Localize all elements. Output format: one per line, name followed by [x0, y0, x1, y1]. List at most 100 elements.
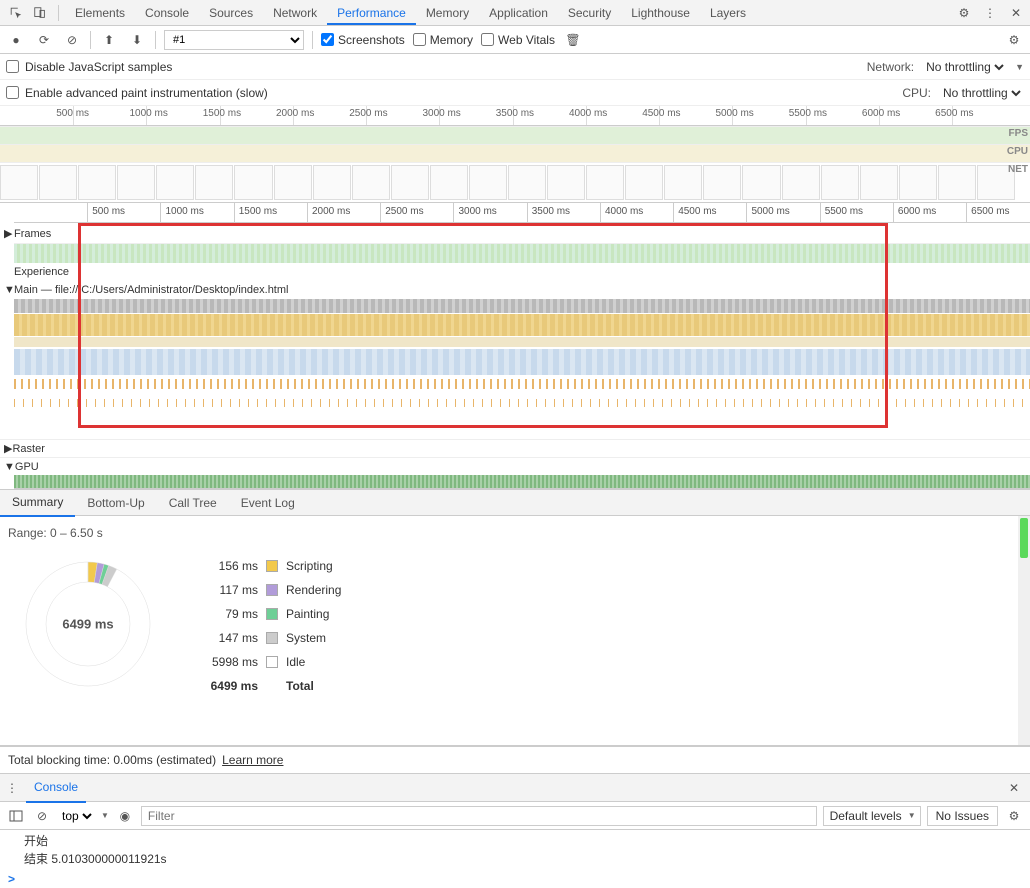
ruler-tick-label: 3500 ms: [496, 108, 534, 119]
overview-ruler[interactable]: 500 ms1000 ms1500 ms2000 ms2500 ms3000 m…: [0, 106, 1030, 126]
console-clear-icon[interactable]: ⊘: [32, 806, 52, 826]
ruler-tick-label: 4000 ms: [605, 206, 643, 217]
experience-track-header[interactable]: Experience: [0, 263, 1030, 279]
ruler-tick-label: 5500 ms: [825, 206, 863, 217]
console-filter-input[interactable]: [141, 806, 817, 826]
color-swatch: [266, 608, 278, 620]
inspect-element-icon[interactable]: [4, 1, 28, 25]
gpu-track-header[interactable]: ▼GPU: [0, 457, 1030, 475]
profile-select[interactable]: #1: [164, 30, 304, 50]
settings-gear-icon[interactable]: ⚙: [954, 3, 974, 23]
color-swatch: [266, 632, 278, 644]
ruler-tick-label: 5500 ms: [789, 108, 827, 119]
blocking-time-text: Total blocking time: 0.00ms (estimated): [8, 753, 216, 767]
log-levels-select[interactable]: Default levels: [823, 806, 921, 826]
main-ruler[interactable]: 500 ms1000 ms1500 ms2000 ms2500 ms3000 m…: [14, 203, 1030, 223]
raster-track-header[interactable]: ▶Raster: [0, 439, 1030, 457]
live-expression-icon[interactable]: ◉: [115, 806, 135, 826]
console-log-line: 开始: [24, 832, 1022, 850]
tab-layers[interactable]: Layers: [700, 0, 756, 25]
blocking-time-bar: Total blocking time: 0.00ms (estimated) …: [0, 746, 1030, 774]
gpu-track[interactable]: [14, 475, 1030, 489]
enable-paint-row: Enable advanced paint instrumentation (s…: [0, 80, 1030, 106]
console-settings-gear-icon[interactable]: ⚙: [1004, 806, 1024, 826]
legend-total-row: 6499 msTotal: [198, 674, 341, 698]
ruler-tick-label: 2000 ms: [312, 206, 350, 217]
tab-lighthouse[interactable]: Lighthouse: [621, 0, 700, 25]
ruler-tick-label: 1500 ms: [239, 206, 277, 217]
save-profile-icon[interactable]: ⬇: [127, 30, 147, 50]
tab-application[interactable]: Application: [479, 0, 558, 25]
ruler-tick-label: 3500 ms: [532, 206, 570, 217]
tab-network[interactable]: Network: [263, 0, 327, 25]
screenshots-checkbox[interactable]: Screenshots: [321, 33, 405, 47]
clear-icon[interactable]: ⊘: [62, 30, 82, 50]
details-tab-bottom-up[interactable]: Bottom-Up: [75, 490, 156, 516]
summary-legend: 156 msScripting117 msRendering79 msPaint…: [198, 554, 341, 698]
legend-row: 147 msSystem: [198, 626, 341, 650]
issues-button[interactable]: No Issues: [927, 806, 998, 826]
ruler-tick-label: 6500 ms: [971, 206, 1009, 217]
more-icon[interactable]: ⋮: [980, 3, 1000, 23]
ruler-tick-label: 6000 ms: [898, 206, 936, 217]
details-tab-call-tree[interactable]: Call Tree: [157, 490, 229, 516]
reload-record-icon[interactable]: ⟳: [34, 30, 54, 50]
cpu-track: CPU: [0, 144, 1030, 162]
main-track-header[interactable]: ▼Main — file:///C:/Users/Administrator/D…: [0, 279, 1030, 299]
learn-more-link[interactable]: Learn more: [222, 753, 283, 767]
ruler-tick-label: 1000 ms: [165, 206, 203, 217]
details-tab-bar: SummaryBottom-UpCall TreeEvent Log: [0, 490, 1030, 516]
panel-tabs: ElementsConsoleSourcesNetworkPerformance…: [65, 0, 756, 25]
flame-chart-area[interactable]: ▶Frames Experience ▼Main — file:///C:/Us…: [0, 223, 1030, 490]
console-tab[interactable]: Console: [26, 773, 86, 803]
tab-console[interactable]: Console: [135, 0, 199, 25]
legend-row: 79 msPainting: [198, 602, 341, 626]
ruler-tick-label: 2000 ms: [276, 108, 314, 119]
details-tab-summary[interactable]: Summary: [0, 489, 75, 517]
web-vitals-checkbox[interactable]: Web Vitals: [481, 33, 555, 47]
main-flame-chart[interactable]: [14, 299, 1030, 439]
tab-performance[interactable]: Performance: [327, 0, 416, 25]
console-prompt[interactable]: >: [8, 872, 1022, 886]
console-toolbar: ⊘ top ▼ ◉ Default levels No Issues ⚙: [0, 802, 1030, 830]
details-tab-event-log[interactable]: Event Log: [229, 490, 307, 516]
fps-track: FPS: [0, 126, 1030, 144]
tab-elements[interactable]: Elements: [65, 0, 135, 25]
enable-paint-label: Enable advanced paint instrumentation (s…: [25, 86, 268, 100]
chevron-down-icon: ▼: [1015, 62, 1024, 72]
disable-js-samples-row: Disable JavaScript samples Network: No t…: [0, 54, 1030, 80]
range-text: Range: 0 – 6.50 s: [8, 526, 1022, 540]
console-sidebar-toggle-icon[interactable]: [6, 806, 26, 826]
garbage-collect-icon[interactable]: 🗑: [563, 30, 583, 50]
record-icon[interactable]: ●: [6, 30, 26, 50]
disable-js-samples-label: Disable JavaScript samples: [25, 60, 172, 74]
color-swatch: [266, 656, 278, 668]
network-throttle-select[interactable]: No throttling: [922, 59, 1007, 75]
disable-js-samples-checkbox[interactable]: [6, 60, 19, 73]
overview-tracks[interactable]: FPS CPU NET: [0, 126, 1030, 203]
summary-panel: Range: 0 – 6.50 s 6499 ms 156 msScriptin…: [0, 516, 1030, 746]
ruler-tick-label: 5000 ms: [751, 206, 789, 217]
tab-security[interactable]: Security: [558, 0, 621, 25]
net-track: NET: [0, 162, 1030, 202]
frames-track[interactable]: [14, 243, 1030, 263]
close-icon[interactable]: ✕: [1006, 3, 1026, 23]
memory-checkbox[interactable]: Memory: [413, 33, 473, 47]
ruler-tick-label: 2500 ms: [349, 108, 387, 119]
device-toggle-icon[interactable]: [28, 1, 52, 25]
capture-settings-gear-icon[interactable]: ⚙: [1004, 30, 1024, 50]
drawer-close-icon[interactable]: ✕: [1004, 781, 1024, 795]
tab-sources[interactable]: Sources: [199, 0, 263, 25]
ruler-tick-label: 6500 ms: [935, 108, 973, 119]
frames-track-header[interactable]: ▶Frames: [0, 223, 1030, 243]
console-context-select[interactable]: top: [58, 808, 95, 824]
ruler-tick-label: 6000 ms: [862, 108, 900, 119]
tab-memory[interactable]: Memory: [416, 0, 479, 25]
load-profile-icon[interactable]: ⬆: [99, 30, 119, 50]
enable-paint-checkbox[interactable]: [6, 86, 19, 99]
cpu-label: CPU:: [902, 86, 931, 100]
drawer-menu-icon[interactable]: ⋮: [6, 781, 18, 795]
cpu-throttle-select[interactable]: No throttling: [939, 85, 1024, 101]
color-swatch: [266, 560, 278, 572]
ruler-tick-label: 4000 ms: [569, 108, 607, 119]
